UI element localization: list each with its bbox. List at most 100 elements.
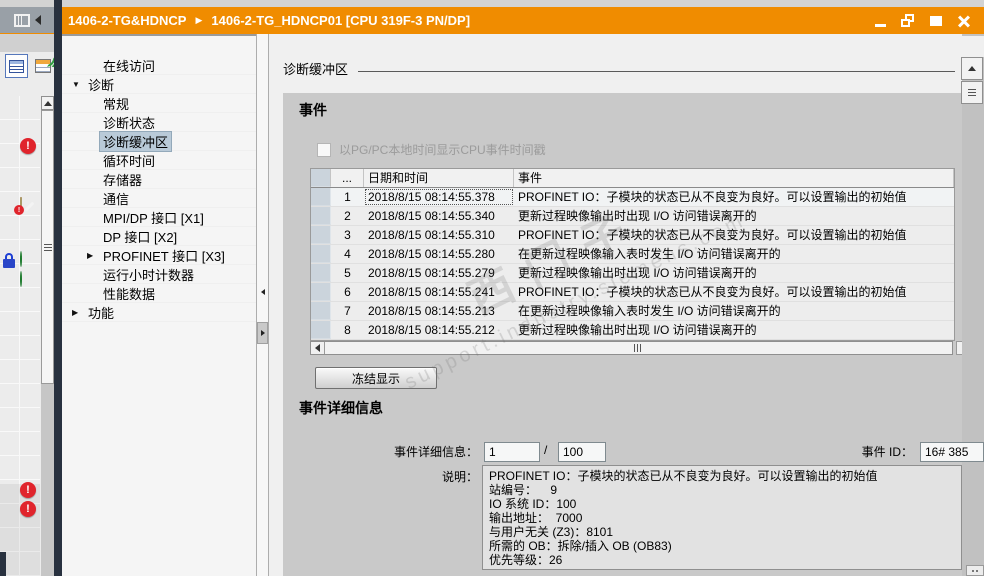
window-corner xyxy=(0,552,6,576)
sidebar-item[interactable]: 运行小时计数器 xyxy=(62,265,256,284)
table-horizontal-scrollbar[interactable] xyxy=(310,341,953,355)
breadcrumb: 1406-2-TG&HDNCP ▶ 1406-2-TG_HDNCP01 [CPU… xyxy=(58,13,470,28)
header-datetime-column[interactable]: 日期和时间 xyxy=(364,169,514,187)
sidebar-item[interactable]: 循环时间 xyxy=(62,151,256,170)
resize-grip[interactable] xyxy=(966,565,984,576)
breadcrumb-device[interactable]: 1406-2-TG_HDNCP01 [CPU 319F-3 PN/DP] xyxy=(211,13,470,28)
sidebar-item[interactable]: 在线访问 xyxy=(62,56,256,75)
window-icon xyxy=(13,13,30,27)
event-id-label: 事件 ID： xyxy=(861,445,913,459)
sidebar-tree: 在线访问 ▼ 诊断 常规 诊断状态 诊断缓冲区 循环时间 存储器 通信 MPI/DP 接口 [X1… xyxy=(62,56,256,322)
description-line: 优先等级：26 xyxy=(489,553,563,567)
row-icon-cell xyxy=(311,245,331,263)
event-description-box[interactable]: PROFINET IO：子模块的状态已从不良变为良好。可以设置输出的初始值 站编号… xyxy=(482,465,962,570)
sidebar-item[interactable]: 诊断缓冲区 xyxy=(62,130,256,152)
table-header: ... 日期和时间 事件 xyxy=(311,169,954,188)
sidebar-item[interactable]: 通信 xyxy=(62,189,256,208)
sidebar-item[interactable]: 性能数据 xyxy=(62,284,256,303)
chevron-right-icon[interactable]: ▶ xyxy=(87,251,100,260)
table-row[interactable]: 8 2018/8/15 08:14:55.212 更新过程映像输出时出现 I/O 访… xyxy=(311,321,954,340)
close-button[interactable] xyxy=(956,13,972,29)
pg-pc-time-checkbox[interactable] xyxy=(317,142,331,157)
ok-status-icon[interactable] xyxy=(20,251,22,267)
row-datetime-cell: 2018/8/15 08:14:55.280 xyxy=(368,247,495,261)
device-view-button[interactable] xyxy=(5,54,28,78)
description-label: 说明： xyxy=(441,470,478,484)
event-index-input[interactable]: 1 xyxy=(484,442,540,462)
error-status-icon[interactable]: ! xyxy=(20,501,36,517)
description-line: 与用户无关 (Z3)：8101 xyxy=(489,525,614,539)
chevron-down-icon[interactable]: ▼ xyxy=(72,80,85,89)
event-id-input[interactable]: 16# 385 xyxy=(920,442,984,462)
sidebar-item-label: 诊断状态 xyxy=(103,115,156,131)
page-title: 诊断缓冲区 xyxy=(283,61,349,77)
splitter-expand-button[interactable] xyxy=(257,322,268,344)
maximize-button[interactable] xyxy=(928,13,944,29)
row-datetime-cell: 2018/8/15 08:14:55.212 xyxy=(368,323,495,337)
strip-scrollbar-thumb[interactable] xyxy=(41,110,54,384)
horizontal-scrollbar-thumb[interactable] xyxy=(325,342,952,354)
table-row[interactable]: 3 2018/8/15 08:14:55.310 PROFINET IO：子模块的状… xyxy=(311,226,954,245)
sidebar-item[interactable]: ▶ 功能 xyxy=(62,303,256,322)
sidebar-item-label: 诊断缓冲区 xyxy=(98,130,173,152)
vertical-scrollbar-track[interactable] xyxy=(962,34,984,576)
scroll-left-button[interactable] xyxy=(311,342,325,354)
freeze-display-button[interactable]: 冻结显示 xyxy=(315,367,437,389)
sidebar-item[interactable]: MPI/DP 接口 [X1] xyxy=(62,208,256,227)
breadcrumb-project[interactable]: 1406-2-TG&HDNCP xyxy=(68,13,186,28)
table-row[interactable]: 1 2018/8/15 08:14:55.378 PROFINET IO：子模块的状… xyxy=(311,188,954,207)
ok-status-icon[interactable] xyxy=(20,271,22,287)
chevron-left-icon xyxy=(260,289,265,295)
diagnostics-export-button[interactable] xyxy=(32,54,60,78)
timestamp-checkbox-row: 以PG/PC本地时间显示CPU事件时间戳 xyxy=(317,141,546,158)
maintenance-wrench-icon[interactable]: ! xyxy=(14,197,35,215)
minimize-button[interactable] xyxy=(872,13,888,29)
description-line: IO 系统 ID：100 xyxy=(489,497,577,511)
table-row[interactable]: 7 2018/8/15 08:14:55.213 在更新过程映像输入表时发生 I/O… xyxy=(311,302,954,321)
description-line: 输出地址： 7000 xyxy=(489,511,583,525)
error-status-icon[interactable]: ! xyxy=(20,482,36,498)
menu-grip-icon xyxy=(968,89,976,96)
sidebar-item[interactable]: ▶ PROFINET 接口 [X3] xyxy=(62,246,256,265)
sidebar-item[interactable]: 诊断状态 xyxy=(62,113,256,132)
pane-divider xyxy=(54,0,62,576)
header-number-column[interactable]: ... xyxy=(331,169,364,187)
row-event-cell: PROFINET IO：子模块的状态已从不良变为良好。可以设置输出的初始值 xyxy=(518,190,907,204)
row-datetime-cell: 2018/8/15 08:14:55.310 xyxy=(368,228,495,242)
scroll-up-button[interactable] xyxy=(961,57,983,80)
table-row[interactable]: 6 2018/8/15 08:14:55.241 PROFINET IO：子模块的状… xyxy=(311,283,954,302)
sidebar-item-label: 常规 xyxy=(103,96,130,112)
chevron-left-icon xyxy=(315,344,320,352)
row-icon-cell xyxy=(311,207,331,225)
sidebar-item-label: MPI/DP 接口 [X1] xyxy=(103,210,204,226)
error-status-icon[interactable]: ! xyxy=(20,138,36,154)
table-row[interactable]: 2 2018/8/15 08:14:55.340 更新过程映像输出时出现 I/O 访… xyxy=(311,207,954,226)
row-number-cell: 7 xyxy=(344,304,351,318)
table-row[interactable]: 4 2018/8/15 08:14:55.280 在更新过程映像输入表时发生 I/O… xyxy=(311,245,954,264)
title-rule xyxy=(358,70,955,72)
pane-splitter[interactable] xyxy=(256,34,269,576)
row-event-cell: 在更新过程映像输入表时发生 I/O 访问错误离开的 xyxy=(518,304,781,318)
chevron-right-icon[interactable]: ▶ xyxy=(72,308,85,317)
sidebar-item[interactable]: DP 接口 [X2] xyxy=(62,227,256,246)
scroll-up-button[interactable] xyxy=(41,96,54,110)
app-window: 1406-2-TG&HDNCP ▶ 1406-2-TG_HDNCP01 [CPU… xyxy=(0,0,984,576)
row-icon-cell xyxy=(311,283,331,301)
scrollbar-menu-button[interactable] xyxy=(961,81,983,104)
header-event-column[interactable]: 事件 xyxy=(514,169,954,187)
chevron-up-icon xyxy=(43,100,52,106)
sidebar-item[interactable]: ▼ 诊断 xyxy=(62,75,256,94)
splitter-collapse-button[interactable] xyxy=(258,286,267,298)
sidebar-item[interactable]: 常规 xyxy=(62,94,256,113)
events-section-title: 事件 xyxy=(299,102,327,118)
diagnostic-overview-strip: ! ! ! ! xyxy=(0,34,60,576)
table-row[interactable]: 5 2018/8/15 08:14:55.279 更新过程映像输出时出现 I/O 访… xyxy=(311,264,954,283)
window-menu-button[interactable] xyxy=(0,7,54,33)
row-event-cell: 更新过程映像输出时出现 I/O 访问错误离开的 xyxy=(518,266,757,280)
sidebar-item-label: 诊断 xyxy=(88,77,115,93)
restore-button[interactable] xyxy=(900,13,916,29)
description-line: 站编号： 9 xyxy=(489,483,558,497)
sidebar-item[interactable]: 存储器 xyxy=(62,170,256,189)
event-total-input[interactable]: 100 xyxy=(558,442,606,462)
window-top-strip xyxy=(0,0,984,7)
